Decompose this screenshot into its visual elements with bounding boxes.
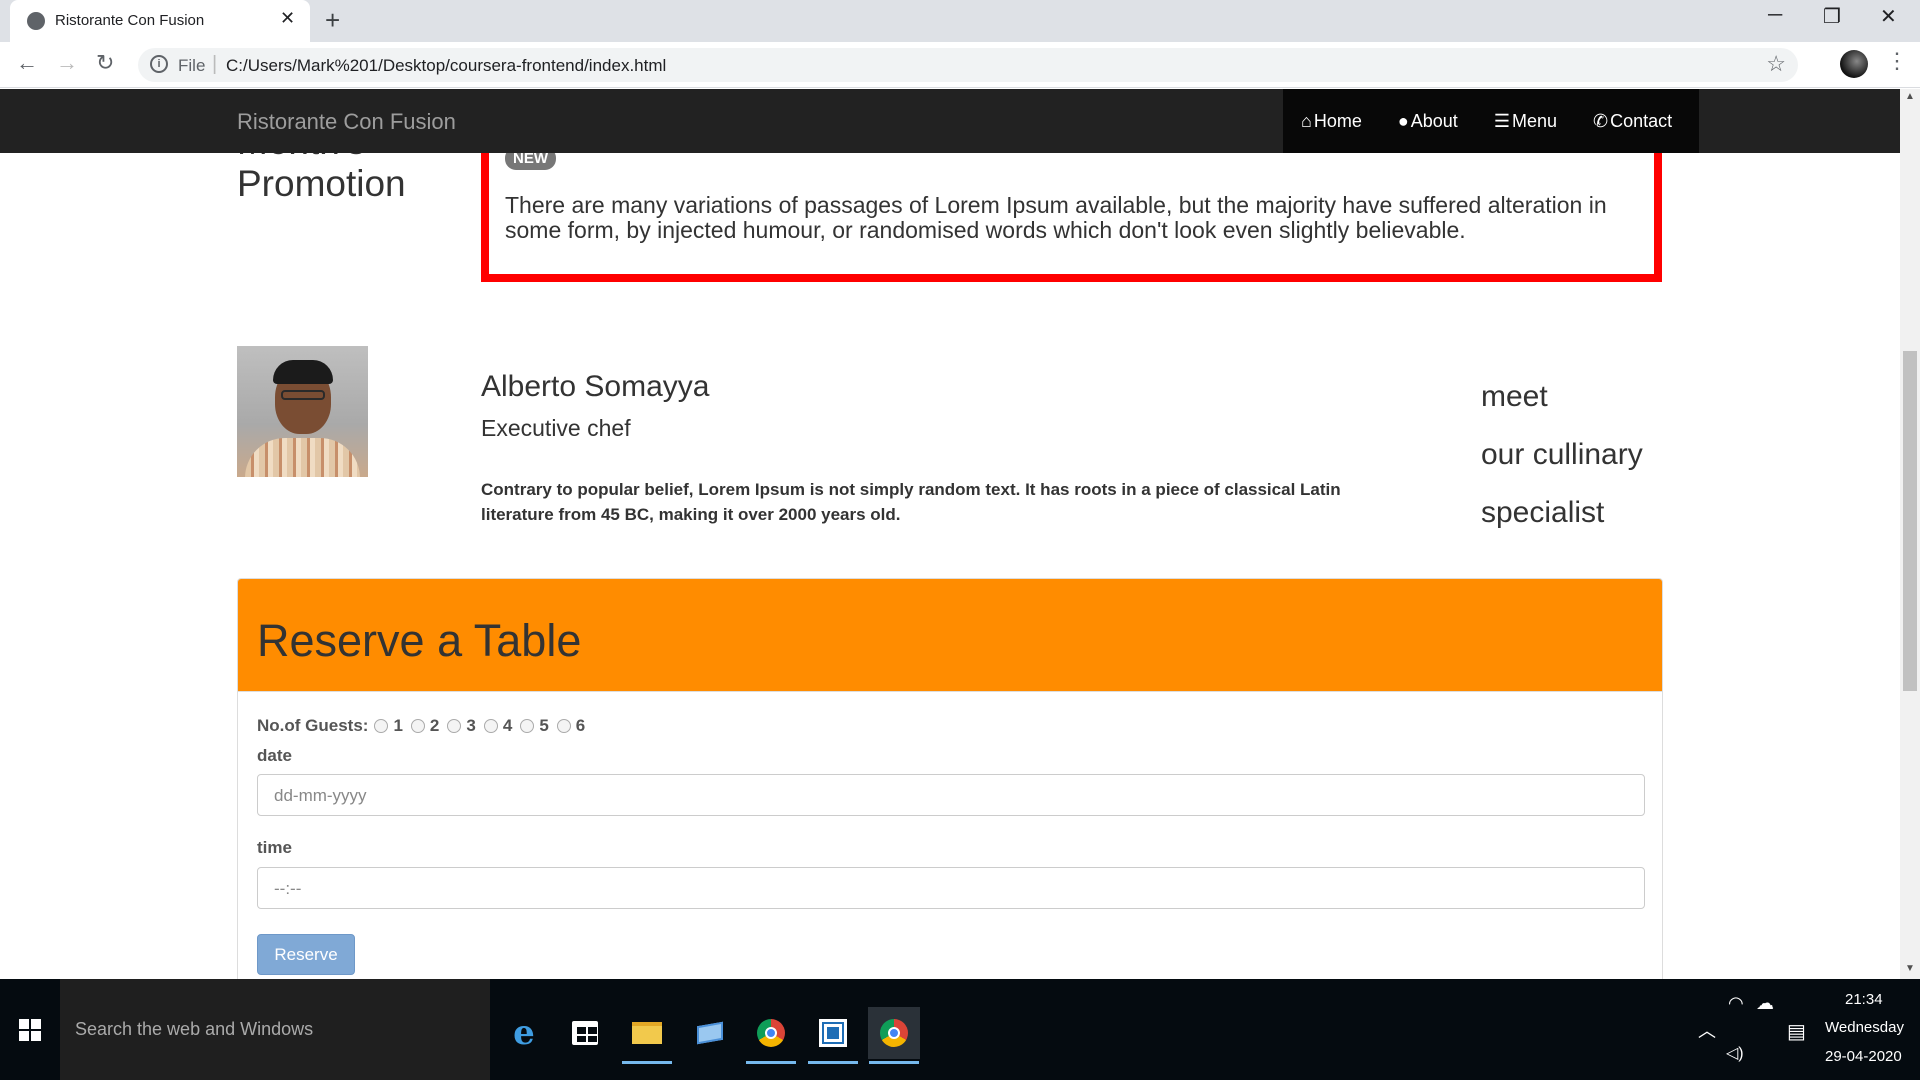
browser-tab[interactable]: Ristorante Con Fusion ✕ <box>10 0 310 42</box>
navbar-brand[interactable]: Ristorante Con Fusion <box>237 109 456 135</box>
chef-name: Alberto Somayya <box>481 370 710 403</box>
radio-icon[interactable] <box>374 719 389 733</box>
meet-line-1: meet <box>1481 380 1548 413</box>
nav-about[interactable]: ● About <box>1398 111 1458 132</box>
phone-icon: ✆ <box>1592 110 1609 131</box>
guests-selector: No.of Guests: 1 2 3 4 5 6 <box>257 716 593 736</box>
remote-desktop-icon[interactable] <box>684 1007 736 1059</box>
meet-specialist-text: meet our cullinary specialist <box>1481 368 1643 542</box>
windows-taskbar: Search the web and Windows e ︿ ◠ ☁ ◁) ▤ <box>0 979 1920 1080</box>
clock-date[interactable]: 29-04-2020 <box>1825 1048 1902 1065</box>
start-button[interactable] <box>0 979 60 1080</box>
nav-contact[interactable]: ✆ Contact <box>1593 111 1672 132</box>
store-icon[interactable] <box>559 1007 611 1059</box>
window-restore-button[interactable]: ❐ <box>1823 4 1841 29</box>
page-scrollbar[interactable]: ▲ ▼ <box>1900 89 1920 979</box>
clock-time[interactable]: 21:34 <box>1845 991 1883 1008</box>
reserve-panel-header: Reserve a Table <box>238 579 1662 692</box>
page-viewport: Month's Promotion NEW There are many var… <box>0 89 1900 979</box>
visual-studio-icon[interactable] <box>807 1007 859 1064</box>
date-input[interactable]: dd-mm-yyyy <box>257 774 1645 816</box>
address-bar[interactable]: i File | C:/Users/Mark%201/Desktop/cours… <box>138 48 1798 82</box>
guest-option-1[interactable]: 1 <box>374 716 403 736</box>
scroll-down-icon[interactable]: ▼ <box>1905 963 1915 974</box>
browser-menu-icon[interactable]: ⋮ <box>1886 48 1908 74</box>
taskbar-search-placeholder: Search the web and Windows <box>75 1019 314 1039</box>
profile-avatar[interactable] <box>1840 50 1868 78</box>
guests-label: No.of Guests: <box>257 716 369 735</box>
info-icon[interactable]: i <box>150 55 168 73</box>
onedrive-icon[interactable]: ☁ <box>1756 993 1774 1014</box>
volume-icon[interactable]: ◁) <box>1726 1043 1744 1063</box>
nav-about-label: About <box>1410 110 1458 131</box>
nav-menu[interactable]: ☰ Menu <box>1494 111 1557 132</box>
file-explorer-icon[interactable] <box>621 1007 673 1064</box>
chef-bio: Contrary to popular belief, Lorem Ipsum … <box>481 480 1341 524</box>
reserve-panel: Reserve a Table No.of Guests: 1 2 3 4 5 … <box>237 578 1663 979</box>
time-placeholder: --:-- <box>274 879 302 898</box>
chrome-icon[interactable] <box>745 1007 797 1064</box>
show-hidden-icons-chevron-icon[interactable]: ︿ <box>1698 1017 1716 1043</box>
nav-contact-label: Contact <box>1610 110 1673 131</box>
address-separator: | <box>212 53 218 75</box>
guest-option-5[interactable]: 5 <box>520 716 549 736</box>
home-icon: ⌂ <box>1301 110 1312 131</box>
window-close-button[interactable]: ✕ <box>1880 4 1897 29</box>
guest-option-4[interactable]: 4 <box>483 716 512 736</box>
guest-option-6[interactable]: 6 <box>556 716 585 736</box>
reload-icon[interactable]: ↻ <box>96 50 114 76</box>
radio-icon[interactable] <box>483 719 498 733</box>
site-navbar: Ristorante Con Fusion ⌂ Home ● About ☰ Menu… <box>0 89 1900 153</box>
meet-line-2: our cullinary <box>1481 438 1643 471</box>
window-minimize-button[interactable]: ─ <box>1768 4 1782 27</box>
radio-icon[interactable] <box>520 719 535 733</box>
file-scheme-label: File <box>178 56 206 75</box>
action-center-icon[interactable]: ▤ <box>1787 1019 1806 1044</box>
nav-home[interactable]: ⌂ Home <box>1301 111 1362 132</box>
date-label: date <box>257 746 292 765</box>
forward-icon[interactable]: → <box>56 50 78 76</box>
promotion-text: There are many variations of passages of… <box>505 192 1607 243</box>
date-placeholder: dd-mm-yyyy <box>274 786 367 805</box>
url-text[interactable]: C:/Users/Mark%201/Desktop/coursera-front… <box>226 56 666 76</box>
reserve-title: Reserve a Table <box>257 615 582 666</box>
browser-tab-strip: Ristorante Con Fusion ✕ + ─ ❐ ✕ <box>0 0 1920 42</box>
edge-icon[interactable]: e <box>498 1007 550 1059</box>
promotion-heading-text: Promotion <box>237 163 406 204</box>
scrollbar-thumb[interactable] <box>1903 351 1917 691</box>
taskbar-search-box[interactable]: Search the web and Windows <box>60 979 490 1080</box>
new-tab-button[interactable]: + <box>325 5 340 36</box>
tab-title: Ristorante Con Fusion <box>55 12 205 29</box>
scroll-up-icon[interactable]: ▲ <box>1905 91 1915 102</box>
clock-day[interactable]: Wednesday <box>1825 1019 1904 1036</box>
radio-icon[interactable] <box>410 719 425 733</box>
list-icon: ☰ <box>1493 110 1510 131</box>
browser-toolbar: ← → ↻ i File | C:/Users/Mark%201/Desktop… <box>0 42 1920 88</box>
radio-icon[interactable] <box>556 719 571 733</box>
chef-title: Executive chef <box>481 415 631 441</box>
navbar-links: ⌂ Home ● About ☰ Menu ✆ Contact <box>1283 89 1699 153</box>
time-label: time <box>257 838 292 857</box>
meet-line-3: specialist <box>1481 496 1605 529</box>
user-icon: ● <box>1397 110 1409 131</box>
guest-option-3[interactable]: 3 <box>447 716 476 736</box>
nav-menu-label: Menu <box>1511 110 1557 131</box>
back-icon[interactable]: ← <box>16 50 38 76</box>
guest-option-2[interactable]: 2 <box>410 716 439 736</box>
chef-photo <box>237 346 368 477</box>
globe-icon <box>27 12 45 30</box>
reserve-button[interactable]: Reserve <box>257 934 355 975</box>
tab-close-icon[interactable]: ✕ <box>280 8 295 29</box>
time-input[interactable]: --:-- <box>257 867 1645 909</box>
bookmark-star-icon[interactable]: ☆ <box>1766 51 1786 77</box>
chrome-icon[interactable] <box>868 1007 920 1064</box>
radio-icon[interactable] <box>447 719 462 733</box>
windows-logo-icon <box>19 1018 41 1041</box>
nav-home-label: Home <box>1313 110 1362 131</box>
network-icon[interactable]: ◠ <box>1728 993 1744 1014</box>
